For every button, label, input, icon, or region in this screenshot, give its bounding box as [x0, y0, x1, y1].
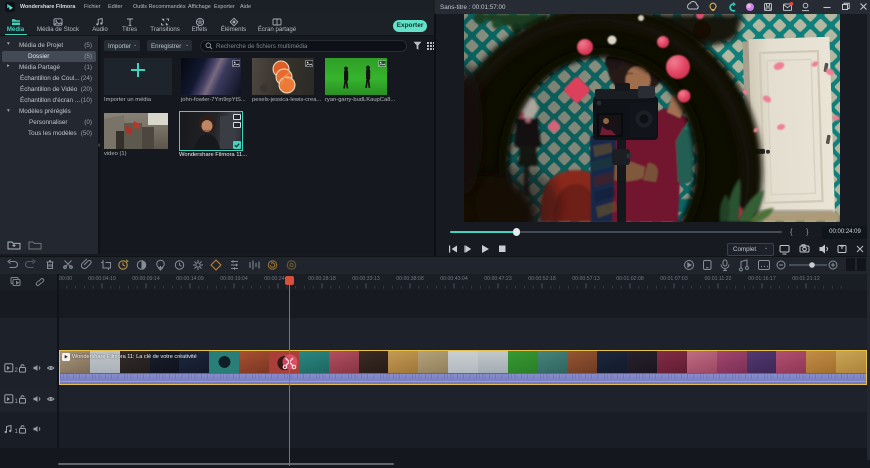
svg-text:2: 2 [15, 368, 19, 373]
svg-text:1: 1 [15, 399, 19, 404]
svg-text:1: 1 [15, 429, 19, 434]
